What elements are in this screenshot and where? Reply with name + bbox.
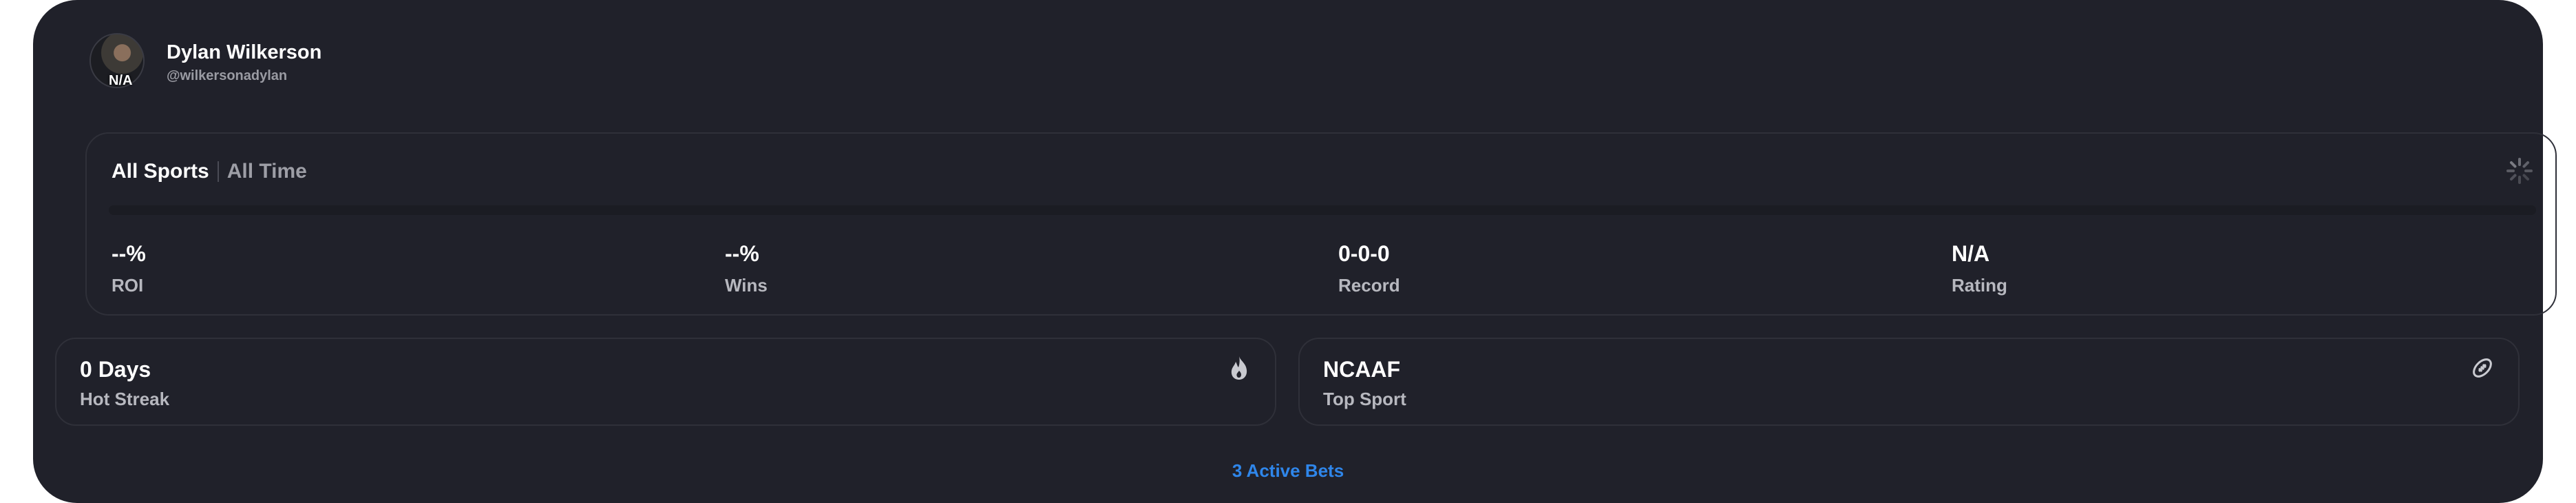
filter-divider — [217, 161, 219, 182]
avatar-badge: N/A — [109, 73, 133, 88]
stat-value: --% — [112, 241, 146, 266]
top-sport-value: NCAAF — [1323, 357, 1400, 382]
stat-label: Record — [1338, 275, 1400, 296]
user-handle: @wilkersonadylan — [167, 68, 288, 83]
sport-filter[interactable]: All Sports — [112, 160, 209, 183]
stat-label: Wins — [725, 275, 768, 296]
stat-value: --% — [725, 241, 759, 266]
time-filter[interactable]: All Time — [227, 160, 307, 183]
loading-spinner-icon — [2506, 158, 2533, 184]
progress-track — [109, 205, 2536, 215]
active-bets-link[interactable]: 3 Active Bets — [0, 460, 2576, 482]
football-icon — [2473, 358, 2492, 378]
stat-wins: --% Wins — [725, 241, 768, 296]
hot-streak-value: 0 Days — [80, 357, 151, 382]
filter-bar: All Sports All Time — [112, 160, 307, 183]
stats-panel: All Sports All Time --% ROI --% Wins 0-0… — [85, 132, 2557, 316]
avatar[interactable]: N/A — [89, 33, 145, 88]
hot-streak-label: Hot Streak — [80, 389, 170, 409]
stat-label: ROI — [112, 275, 144, 296]
hot-streak-card[interactable]: 0 Days Hot Streak — [55, 338, 1276, 426]
stat-value: N/A — [1952, 241, 1990, 266]
stat-record: 0-0-0 Record — [1338, 241, 1400, 296]
user-name[interactable]: Dylan Wilkerson — [167, 41, 321, 64]
stat-value: 0-0-0 — [1338, 241, 1390, 266]
stat-roi: --% ROI — [112, 241, 146, 296]
profile-card: N/A Dylan Wilkerson @wilkersonadylan All… — [33, 0, 2557, 503]
flame-icon — [1231, 356, 1247, 380]
stat-rating: N/A Rating — [1952, 241, 2007, 296]
top-sport-label: Top Sport — [1323, 389, 1406, 409]
top-sport-card[interactable]: NCAAF Top Sport — [1298, 338, 2520, 426]
stat-label: Rating — [1952, 275, 2007, 296]
